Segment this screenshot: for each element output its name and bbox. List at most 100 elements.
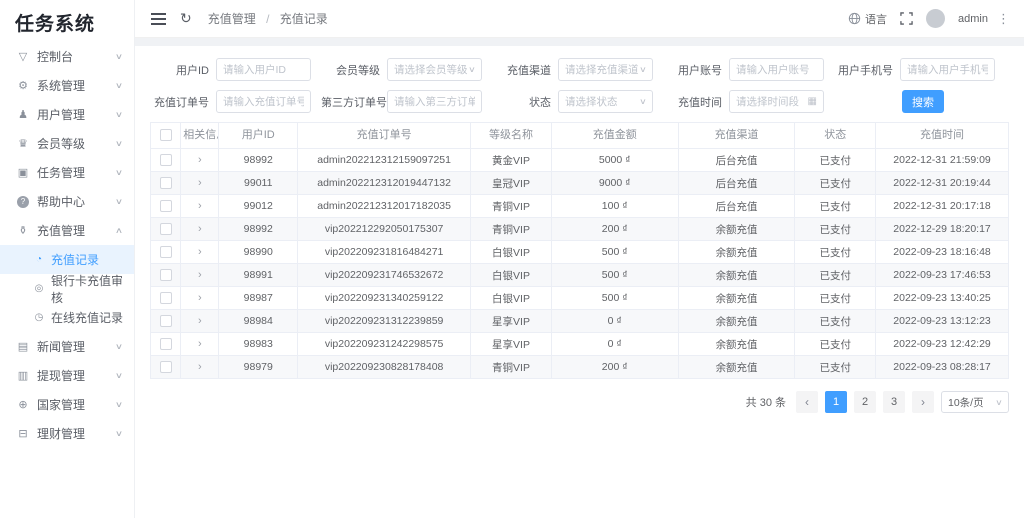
row-checkbox[interactable]: [160, 200, 172, 212]
expand-row-icon[interactable]: ›: [198, 223, 202, 235]
table-row: ›98992admin202212312159097251黄金VIP5000 ₫…: [151, 149, 1009, 172]
third-party-order-no-input[interactable]: [387, 90, 482, 113]
row-checkbox[interactable]: [160, 177, 172, 189]
sidebar-item-users[interactable]: ♟用户管理∨: [0, 100, 134, 129]
user-phone-input[interactable]: [900, 58, 995, 81]
sidebar-item-label: 充值记录: [51, 251, 99, 268]
column-header-1: 用户ID: [219, 123, 298, 149]
select-all-checkbox[interactable]: [160, 129, 172, 141]
recharge-order-no-input[interactable]: [216, 90, 311, 113]
row-checkbox[interactable]: [160, 292, 172, 304]
user-account-input[interactable]: [729, 58, 824, 81]
column-header-4: 充值金额: [551, 123, 678, 149]
cell-time: 2022-12-31 20:17:18: [876, 195, 1009, 218]
avatar[interactable]: [926, 9, 945, 28]
sidebar-item-tasks[interactable]: ▣任务管理∨: [0, 158, 134, 187]
row-checkbox[interactable]: [160, 269, 172, 281]
pagination-page-1[interactable]: 1: [825, 391, 847, 413]
user-id-input[interactable]: [216, 58, 311, 81]
chevron-down-icon: ∨: [115, 429, 123, 438]
expand-row-icon[interactable]: ›: [198, 361, 202, 373]
sidebar-item-withdraw[interactable]: ▥提现管理∨: [0, 361, 134, 390]
row-select-cell: [151, 241, 181, 264]
sidebar-item-bank-card-audit[interactable]: ◎银行卡充值审核: [0, 274, 134, 303]
expand-row-icon[interactable]: ›: [198, 338, 202, 350]
pagination-prev-button[interactable]: ‹: [796, 391, 818, 413]
more-menu-icon[interactable]: ⋮: [997, 11, 1010, 27]
filter-label: 状态: [492, 94, 558, 110]
sidebar-item-system[interactable]: ⚙系统管理∨: [0, 71, 134, 100]
chevron-down-icon: ∨: [115, 81, 123, 90]
filter-field-user-phone: 用户手机号: [834, 58, 1005, 81]
expand-row-icon[interactable]: ›: [198, 154, 202, 166]
cell-amount: 500 ₫: [551, 287, 678, 310]
cell-user_id: 98984: [219, 310, 298, 333]
language-switcher[interactable]: 语言: [848, 11, 887, 27]
row-checkbox[interactable]: [160, 315, 172, 327]
cell-level: 青铜VIP: [471, 356, 552, 379]
cell-order_no: admin202212312019447132: [298, 172, 471, 195]
sidebar-item-label: 控制台: [37, 48, 73, 65]
cell-channel: 余额充值: [678, 287, 795, 310]
pagination-total: 共 30 条: [746, 394, 786, 410]
refresh-icon[interactable]: ↻: [180, 10, 192, 27]
search-button[interactable]: 搜索: [902, 90, 944, 113]
recharge-channel-select[interactable]: 请选择充值渠道∨: [558, 58, 653, 81]
filter-label: 充值时间: [663, 94, 729, 110]
pagination-page-3[interactable]: 3: [883, 391, 905, 413]
chevron-down-icon: ∨: [115, 342, 123, 351]
expand-row-icon[interactable]: ›: [198, 315, 202, 327]
row-expand-cell: ›: [181, 241, 219, 264]
page-size-select[interactable]: 10条/页 ∨: [941, 391, 1009, 413]
chevron-down-icon: ∨: [115, 110, 123, 119]
sidebar-item-country[interactable]: ⊕国家管理∨: [0, 390, 134, 419]
filter-field-recharge-channel: 充值渠道请选择充值渠道∨: [492, 58, 663, 81]
breadcrumb-separator: /: [266, 12, 269, 26]
sidebar-item-label: 银行卡充值审核: [51, 272, 134, 306]
cell-status: 已支付: [795, 333, 876, 356]
row-checkbox[interactable]: [160, 361, 172, 373]
sidebar-item-console[interactable]: ▽控制台∨: [0, 42, 134, 71]
cell-status: 已支付: [795, 195, 876, 218]
filter-field-recharge-time: 充值时间请选择时间段▦: [663, 90, 834, 113]
hamburger-menu-icon[interactable]: [151, 13, 166, 15]
expand-row-icon[interactable]: ›: [198, 269, 202, 281]
fullscreen-icon[interactable]: [900, 12, 913, 25]
crown-icon: ♛: [15, 137, 31, 150]
sidebar-item-help-center[interactable]: ?帮助中心∨: [0, 187, 134, 216]
column-header-2: 充值订单号: [298, 123, 471, 149]
sidebar-item-recharge-records[interactable]: ◔ 充值记录: [0, 245, 134, 274]
row-checkbox[interactable]: [160, 338, 172, 350]
recharge-time-date-picker[interactable]: 请选择时间段▦: [729, 90, 824, 113]
sidebar-item-news[interactable]: ▤新闻管理∨: [0, 332, 134, 361]
expand-row-icon[interactable]: ›: [198, 200, 202, 212]
filter-bar: 用户ID会员等级请选择会员等级∨充值渠道请选择充值渠道∨用户账号用户手机号充值订…: [150, 58, 1009, 113]
table-row: ›98992vip202212292050175307青铜VIP200 ₫余额充…: [151, 218, 1009, 241]
sidebar-item-member-levels[interactable]: ♛会员等级∨: [0, 129, 134, 158]
cell-status: 已支付: [795, 356, 876, 379]
breadcrumb-parent[interactable]: 充值管理: [208, 12, 256, 26]
placeholder-text: 请选择会员等级: [394, 62, 468, 77]
cell-amount: 0 ₫: [551, 310, 678, 333]
cell-level: 白银VIP: [471, 287, 552, 310]
member-level-select[interactable]: 请选择会员等级∨: [387, 58, 482, 81]
expand-row-icon[interactable]: ›: [198, 292, 202, 304]
status-select[interactable]: 请选择状态∨: [558, 90, 653, 113]
sidebar-item-online-recharge-records[interactable]: ◷在线充值记录: [0, 303, 134, 332]
row-checkbox[interactable]: [160, 223, 172, 235]
pagination-page-2[interactable]: 2: [854, 391, 876, 413]
expand-row-icon[interactable]: ›: [198, 177, 202, 189]
filter-label: 充值订单号: [150, 94, 216, 110]
expand-row-icon[interactable]: ›: [198, 246, 202, 258]
filter-label: 用户账号: [663, 62, 729, 78]
pagination-next-button[interactable]: ›: [912, 391, 934, 413]
sidebar-item-finance[interactable]: ⊟理财管理∨: [0, 419, 134, 448]
clock-circle-icon: ◔: [32, 254, 46, 265]
chevron-up-icon: ∧: [115, 226, 123, 235]
row-checkbox[interactable]: [160, 154, 172, 166]
cell-channel: 后台充值: [678, 195, 795, 218]
filter-label: 会员等级: [321, 62, 387, 78]
sidebar-item-recharge[interactable]: ⚱充值管理∧: [0, 216, 134, 245]
chevron-down-icon: ∨: [115, 400, 123, 409]
row-checkbox[interactable]: [160, 246, 172, 258]
